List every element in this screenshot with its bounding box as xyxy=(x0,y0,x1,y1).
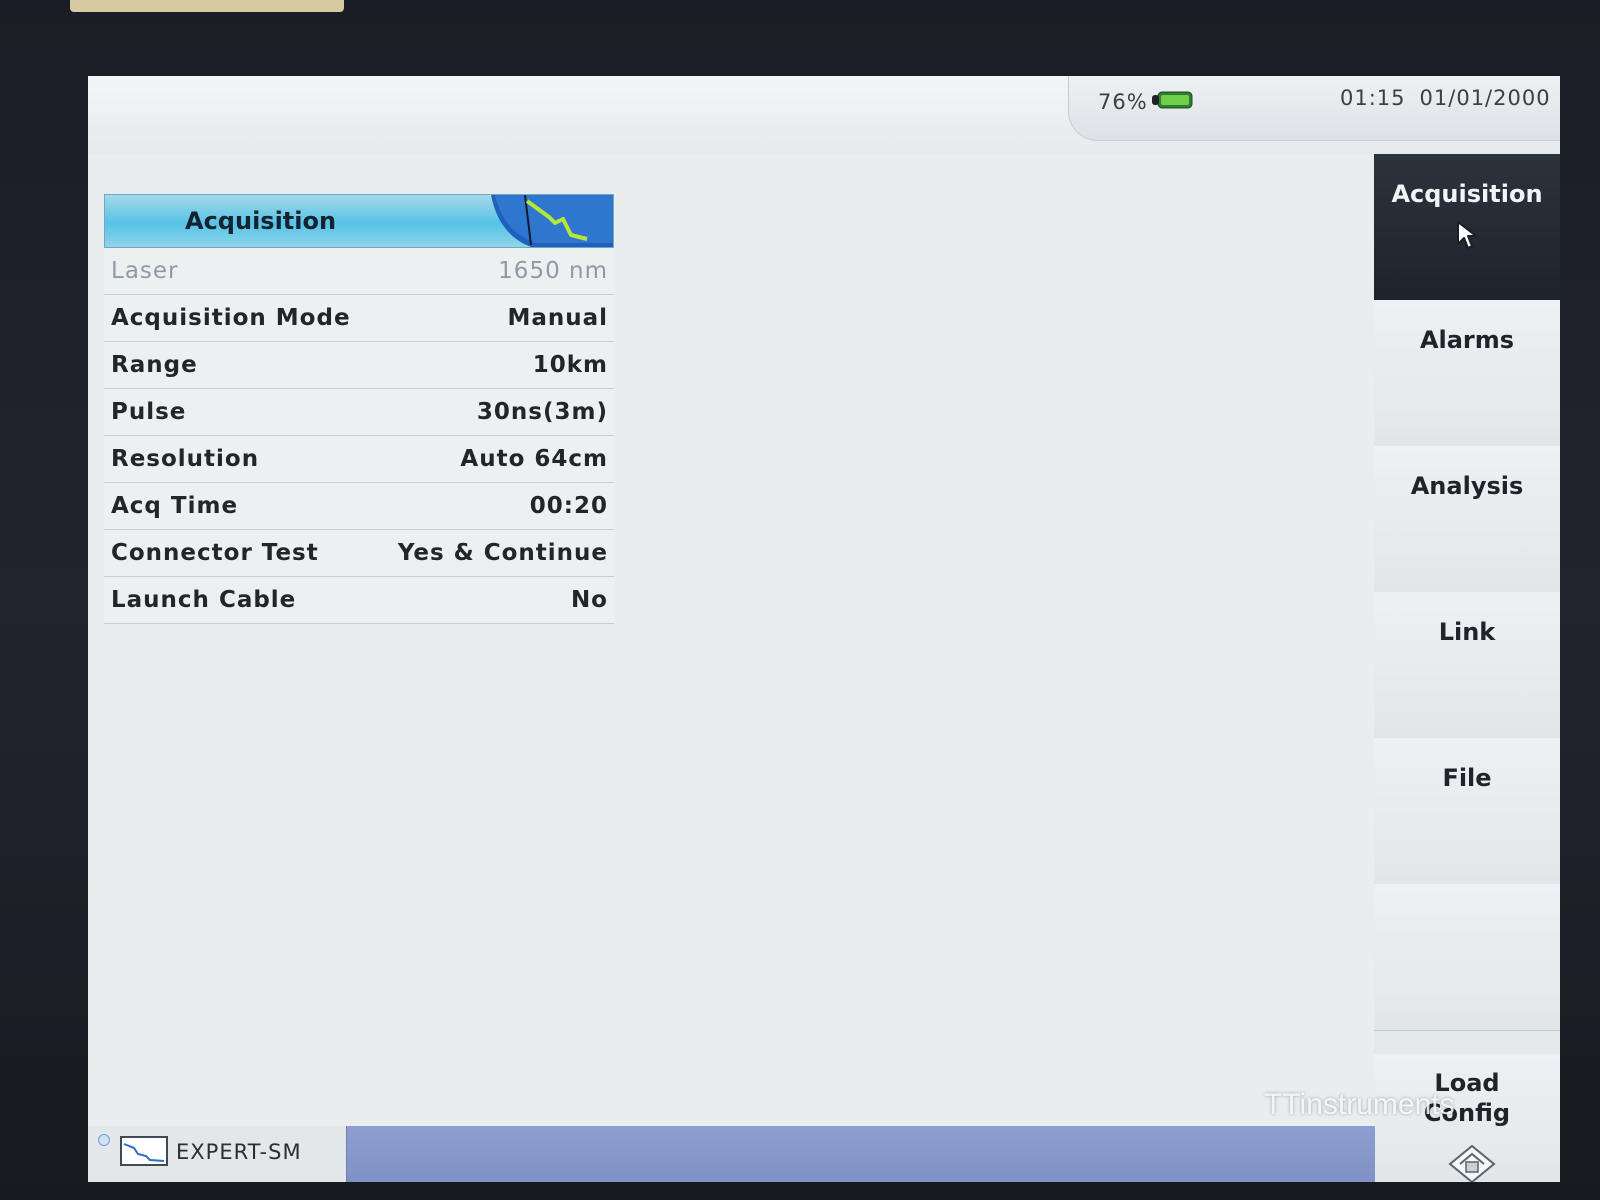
setting-value: 10km xyxy=(532,352,608,378)
menu-item-alarms[interactable]: Alarms xyxy=(1374,300,1560,447)
menu-label: Analysis xyxy=(1410,472,1524,500)
menu-label: Alarms xyxy=(1419,326,1515,354)
menu-item-link[interactable]: Link xyxy=(1374,592,1560,739)
settings-list: Laser 1650 nm Acquisition Mode Manual Ra… xyxy=(104,248,614,624)
panel-title: Acquisition xyxy=(185,207,337,235)
menu-item-acquisition[interactable]: Acquisition xyxy=(1374,154,1560,301)
setting-label: Resolution xyxy=(111,446,260,472)
menu-item-analysis[interactable]: Analysis xyxy=(1374,446,1560,593)
setting-row-range[interactable]: Range 10km xyxy=(104,342,614,389)
date: 01/01/2000 xyxy=(1419,86,1551,110)
menu-label: Link xyxy=(1438,618,1496,646)
bottom-bar: EXPERT-SM xyxy=(88,1126,1375,1182)
status-bar: 76% 01:15 01/01/2000 xyxy=(88,76,1560,155)
setting-value: 1650 nm xyxy=(498,258,608,284)
menu-label: Acquisition xyxy=(1391,180,1543,208)
message-bar xyxy=(346,1126,1375,1182)
device-screen: 76% 01:15 01/01/2000 Acquisition Laser 1… xyxy=(88,76,1560,1182)
trace-graphic-icon xyxy=(491,195,613,247)
bezel-tab xyxy=(70,0,344,12)
config-icon xyxy=(1448,1144,1496,1182)
setting-value: No xyxy=(570,587,608,613)
menu-label: File xyxy=(1442,764,1492,792)
clock: 01:15 01/01/2000 xyxy=(1340,86,1560,110)
setting-label: Launch Cable xyxy=(111,587,297,613)
setting-value: Yes & Continue xyxy=(397,540,608,566)
setting-row-resolution[interactable]: Resolution Auto 64cm xyxy=(104,436,614,483)
acquisition-panel: Acquisition Laser 1650 nm Acquisition Mo… xyxy=(104,194,614,624)
setting-row-connector-test[interactable]: Connector Test Yes & Continue xyxy=(104,530,614,577)
time: 01:15 xyxy=(1340,86,1406,110)
menu-item-empty[interactable] xyxy=(1374,884,1560,1031)
setting-row-launch-cable[interactable]: Launch Cable No xyxy=(104,577,614,624)
menu-item-file[interactable]: File xyxy=(1374,738,1560,885)
setting-label: Acquisition Mode xyxy=(111,305,351,331)
setting-row-acquisition-mode[interactable]: Acquisition Mode Manual xyxy=(104,295,614,342)
otdr-trace-icon xyxy=(120,1136,168,1166)
setting-row-pulse[interactable]: Pulse 30ns(3m) xyxy=(104,389,614,436)
setting-value: Manual xyxy=(507,305,608,331)
setting-row-acq-time[interactable]: Acq Time 00:20 xyxy=(104,483,614,530)
side-menu: Acquisition Alarms Analysis Link File Lo… xyxy=(1374,154,1560,1182)
setting-label: Laser xyxy=(111,258,179,284)
setting-label: Acq Time xyxy=(111,493,239,519)
watermark-text: TTinstruments xyxy=(1264,1088,1455,1121)
battery-percent: 76% xyxy=(1098,90,1148,114)
setting-label: Pulse xyxy=(111,399,187,425)
setting-label: Range xyxy=(111,352,198,378)
panel-header: Acquisition xyxy=(104,194,614,248)
setting-value: 30ns(3m) xyxy=(476,399,608,425)
mode-label: EXPERT-SM xyxy=(176,1140,302,1164)
setting-value: Auto 64cm xyxy=(460,446,608,472)
setting-value: 00:20 xyxy=(529,493,608,519)
mode-indicator-icon xyxy=(98,1134,110,1146)
setting-row-laser[interactable]: Laser 1650 nm xyxy=(104,248,614,295)
battery-icon xyxy=(1152,91,1193,109)
main-content: Acquisition Laser 1650 nm Acquisition Mo… xyxy=(88,154,1374,1182)
pointer-cursor-icon xyxy=(1457,221,1477,249)
setting-label: Connector Test xyxy=(111,540,319,566)
